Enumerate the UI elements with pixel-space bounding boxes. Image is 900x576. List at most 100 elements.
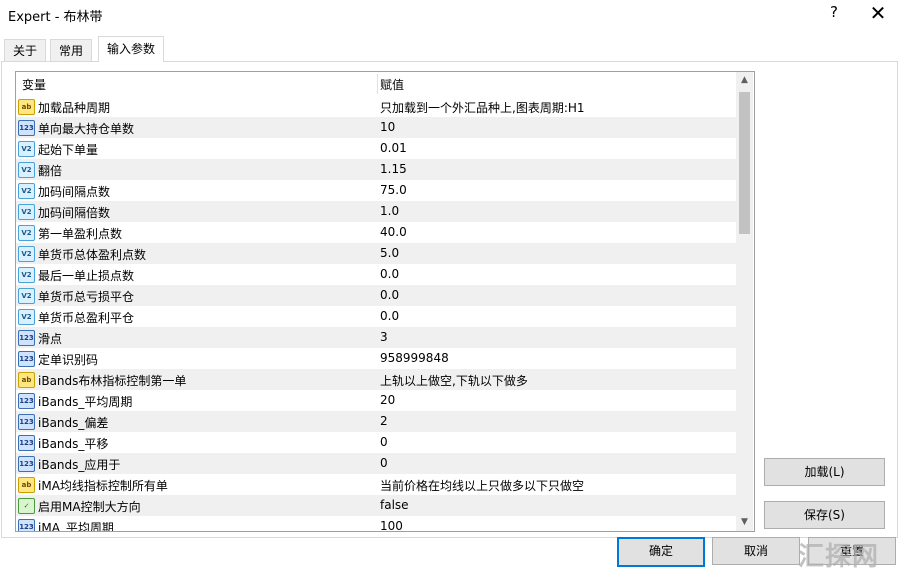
load-button[interactable]: 加载(L) [764, 458, 885, 486]
parameter-value[interactable]: 5.0 [380, 246, 399, 260]
parameter-name: 最后一单止损点数 [38, 269, 135, 283]
string-type-icon: ab [18, 99, 35, 115]
vertical-scrollbar[interactable]: ▲ ▼ [736, 72, 753, 531]
int-type-icon: 123 [18, 393, 35, 409]
int-type-icon: 123 [18, 120, 35, 136]
int-type-icon: 123 [18, 435, 35, 451]
parameter-name: 单向最大持仓单数 [38, 122, 135, 136]
double-type-icon: V2 [18, 267, 35, 283]
parameter-value[interactable]: 958999848 [380, 351, 449, 365]
parameter-name: 单货币总体盈利点数 [38, 248, 147, 262]
parameter-value[interactable]: 0 [380, 435, 388, 449]
table-row[interactable]: V2 单货币总体盈利点数 5.0 [16, 243, 736, 264]
parameter-value[interactable]: 1.15 [380, 162, 407, 176]
help-icon[interactable]: ? [826, 3, 842, 21]
int-type-icon: 123 [18, 351, 35, 367]
table-row[interactable]: ab iMA均线指标控制所有单 当前价格在均线以上只做多以下只做空 [16, 474, 736, 495]
table-row[interactable]: 123 iMA_平均周期 100 [16, 516, 736, 532]
table-row[interactable]: 123 iBands_应用于 0 [16, 453, 736, 474]
tab-about[interactable]: 关于 [4, 39, 47, 62]
double-type-icon: V2 [18, 183, 35, 199]
parameter-value[interactable]: 0.0 [380, 288, 399, 302]
column-header-variable[interactable]: 变量 [22, 76, 46, 93]
parameter-name: iBands_平移 [38, 437, 109, 451]
bool-type-icon: ✓ [18, 498, 35, 514]
int-type-icon: 123 [18, 330, 35, 346]
parameter-name: iBands_偏差 [38, 416, 109, 430]
parameter-value[interactable]: 40.0 [380, 225, 407, 239]
table-row[interactable]: V2 起始下单量 0.01 [16, 138, 736, 159]
parameter-value[interactable]: 当前价格在均线以上只做多以下只做空 [380, 477, 584, 494]
parameter-name: 单货币总亏损平仓 [38, 290, 135, 304]
parameter-value[interactable]: 2 [380, 414, 388, 428]
parameter-value[interactable]: 0.01 [380, 141, 407, 155]
cancel-button[interactable]: 取消 [712, 537, 800, 565]
scroll-thumb[interactable] [739, 92, 750, 234]
watermark-logo: 汇探网 [798, 542, 880, 572]
parameter-name: 滑点 [38, 332, 63, 346]
parameter-value[interactable]: 1.0 [380, 204, 399, 218]
table-row[interactable]: ✓ 启用MA控制大方向 false [16, 495, 736, 516]
int-type-icon: 123 [18, 519, 35, 531]
parameter-name: 翻倍 [38, 164, 63, 178]
parameter-value[interactable]: 0 [380, 456, 388, 470]
save-button[interactable]: 保存(S) [764, 501, 885, 529]
parameters-grid: 变量 赋值 ab 加载品种周期 只加载到一个外汇品种上,图表周期:H1 123 单向最大… [15, 71, 755, 532]
parameter-value[interactable]: 75.0 [380, 183, 407, 197]
table-row[interactable]: 123 滑点 3 [16, 327, 736, 348]
parameter-name: iMA均线指标控制所有单 [38, 479, 168, 493]
double-type-icon: V2 [18, 309, 35, 325]
table-row[interactable]: 123 单向最大持仓单数 10 [16, 117, 736, 138]
int-type-icon: 123 [18, 456, 35, 472]
table-row[interactable]: ab 加载品种周期 只加载到一个外汇品种上,图表周期:H1 [16, 96, 736, 117]
table-row[interactable]: V2 加码间隔点数 75.0 [16, 180, 736, 201]
parameter-value[interactable]: 20 [380, 393, 395, 407]
grid-rows: ab 加载品种周期 只加载到一个外汇品种上,图表周期:H1 123 单向最大持仓单数 10… [16, 96, 736, 532]
scroll-up-icon[interactable]: ▲ [736, 72, 753, 89]
table-row[interactable]: 123 定单识别码 958999848 [16, 348, 736, 369]
tab-strip: 关于 常用 输入参数 [0, 36, 900, 62]
parameter-value[interactable]: 上轨以上做空,下轨以下做多 [380, 372, 528, 389]
double-type-icon: V2 [18, 162, 35, 178]
table-row[interactable]: V2 第一单盈利点数 40.0 [16, 222, 736, 243]
table-row[interactable]: V2 单货币总亏损平仓 0.0 [16, 285, 736, 306]
table-row[interactable]: 123 iBands_平移 0 [16, 432, 736, 453]
close-icon[interactable]: ✕ [866, 1, 890, 25]
scroll-down-icon[interactable]: ▼ [736, 514, 753, 531]
parameter-value[interactable]: 3 [380, 330, 388, 344]
parameter-name: 定单识别码 [38, 353, 99, 367]
ok-button[interactable]: 确定 [617, 537, 705, 567]
tab-common[interactable]: 常用 [50, 39, 93, 62]
parameter-name: 加码间隔点数 [38, 185, 111, 199]
string-type-icon: ab [18, 372, 35, 388]
parameter-name: 启用MA控制大方向 [38, 500, 141, 514]
parameter-name: 单货币总盈利平仓 [38, 311, 135, 325]
table-row[interactable]: V2 翻倍 1.15 [16, 159, 736, 180]
string-type-icon: ab [18, 477, 35, 493]
column-header-value[interactable]: 赋值 [380, 76, 404, 93]
table-row[interactable]: 123 iBands_平均周期 20 [16, 390, 736, 411]
parameter-value[interactable]: 10 [380, 120, 395, 134]
parameter-name: iMA_平均周期 [38, 521, 114, 532]
double-type-icon: V2 [18, 204, 35, 220]
table-row[interactable]: 123 iBands_偏差 2 [16, 411, 736, 432]
parameter-value[interactable]: 100 [380, 519, 403, 531]
double-type-icon: V2 [18, 141, 35, 157]
parameter-value[interactable]: 只加载到一个外汇品种上,图表周期:H1 [380, 99, 585, 116]
table-row[interactable]: V2 单货币总盈利平仓 0.0 [16, 306, 736, 327]
parameter-value[interactable]: false [380, 498, 409, 512]
parameter-value[interactable]: 0.0 [380, 309, 399, 323]
double-type-icon: V2 [18, 225, 35, 241]
table-row[interactable]: V2 最后一单止损点数 0.0 [16, 264, 736, 285]
parameter-value[interactable]: 0.0 [380, 267, 399, 281]
table-row[interactable]: ab iBands布林指标控制第一单 上轨以上做空,下轨以下做多 [16, 369, 736, 390]
column-separator[interactable] [377, 74, 378, 94]
double-type-icon: V2 [18, 246, 35, 262]
grid-header: 变量 赋值 [16, 72, 736, 96]
tab-inputs[interactable]: 输入参数 [98, 36, 165, 62]
parameter-name: iBands_平均周期 [38, 395, 133, 409]
double-type-icon: V2 [18, 288, 35, 304]
parameter-name: iBands_应用于 [38, 458, 121, 472]
parameter-name: 起始下单量 [38, 143, 99, 157]
table-row[interactable]: V2 加码间隔倍数 1.0 [16, 201, 736, 222]
